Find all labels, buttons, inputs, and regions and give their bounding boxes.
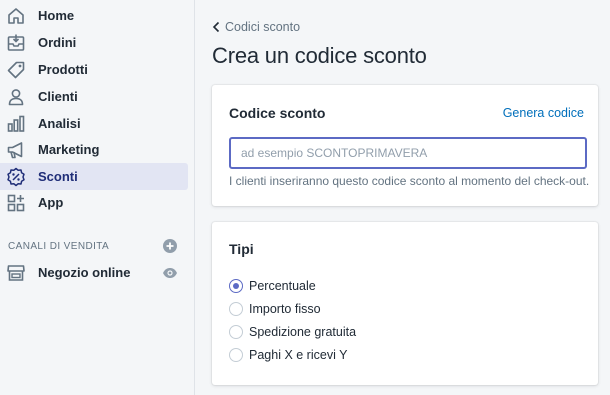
sidebar-item-label: Sconti (38, 169, 78, 184)
radio-button[interactable] (229, 302, 243, 316)
sidebar-item-apps[interactable]: App (0, 189, 188, 216)
sidebar-item-label: Clienti (38, 89, 78, 104)
sidebar-item-online-store[interactable]: Negozio online (0, 259, 188, 286)
radio-label: Importo fisso (249, 302, 321, 316)
apps-icon (7, 194, 25, 212)
sidebar-item-discounts[interactable]: Sconti (0, 163, 188, 190)
sidebar-item-label: Home (38, 8, 75, 23)
discount-code-card: Codice sconto Genera codice I clienti in… (212, 85, 598, 206)
radio-label: Spedizione gratuita (249, 325, 357, 339)
help-text: I clienti inseriranno questo codice scon… (229, 174, 590, 188)
home-icon (8, 8, 24, 24)
main-content: Codici sconto Crea un codice sconto Codi… (195, 0, 610, 395)
radio-percentage[interactable]: Percentuale (229, 279, 316, 293)
megaphone-icon (7, 142, 23, 159)
bar-chart-icon (7, 115, 25, 132)
discount-types-card: Tipi Percentuale Importo fisso Spedizion… (212, 222, 598, 385)
radio-label: Percentuale (249, 279, 316, 293)
sidebar-item-marketing[interactable]: Marketing (0, 136, 188, 163)
sidebar-item-home[interactable]: Home (0, 2, 188, 29)
generate-code-link[interactable]: Genera codice (503, 106, 584, 120)
sidebar-item-label: Marketing (38, 142, 100, 157)
sidebar-item-label: App (38, 195, 64, 210)
card-heading: Tipi (229, 241, 254, 257)
radio-fixed-amount[interactable]: Importo fisso (229, 302, 321, 316)
radio-button[interactable] (229, 348, 243, 362)
discount-code-input[interactable] (229, 137, 587, 169)
tag-icon (7, 61, 25, 79)
person-icon (8, 89, 24, 106)
orders-icon (7, 34, 25, 51)
sidebar-item-label: Analisi (38, 116, 81, 131)
sidebar-item-orders[interactable]: Ordini (0, 29, 188, 56)
radio-buy-x-get-y[interactable]: Paghi X e ricevi Y (229, 348, 347, 362)
breadcrumb-label: Codici sconto (225, 20, 301, 34)
eye-icon[interactable] (162, 266, 178, 280)
radio-button[interactable] (229, 279, 243, 293)
sidebar-item-analytics[interactable]: Analisi (0, 110, 188, 137)
sidebar-item-products[interactable]: Prodotti (0, 56, 188, 83)
radio-free-shipping[interactable]: Spedizione gratuita (229, 325, 356, 339)
breadcrumb[interactable]: Codici sconto (212, 20, 300, 34)
sidebar-item-label: Negozio online (38, 265, 131, 280)
chevron-left-icon (212, 21, 220, 33)
sidebar-item-customers[interactable]: Clienti (0, 83, 188, 110)
store-icon (7, 265, 25, 281)
radio-label: Paghi X e ricevi Y (249, 348, 348, 362)
discount-icon (7, 167, 25, 187)
sidebar-item-label: Ordini (38, 35, 77, 50)
add-channel-icon[interactable] (163, 239, 177, 253)
page-title: Crea un codice sconto (212, 43, 427, 68)
radio-button[interactable] (229, 325, 243, 339)
card-heading: Codice sconto (229, 105, 326, 121)
sales-channels-title: CANALI DI VENDITA (8, 241, 110, 252)
sidebar: Home Ordini Prodotti Clienti Analisi Mar… (0, 0, 195, 395)
sidebar-item-label: Prodotti (38, 62, 88, 77)
